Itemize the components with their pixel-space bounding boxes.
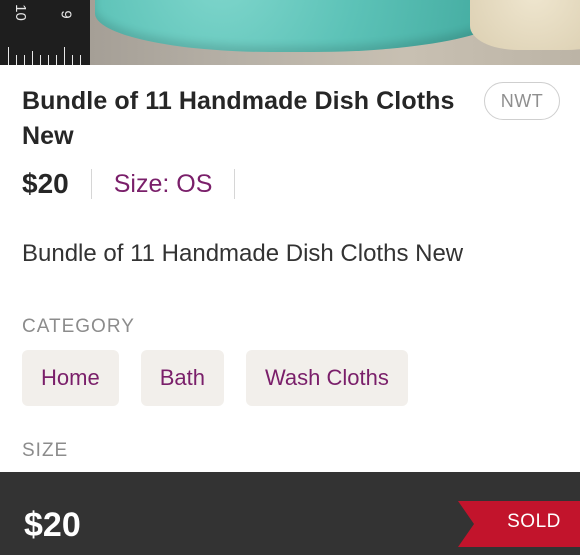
size-heading: SIZE [22,440,69,461]
sold-label: SOLD [507,511,561,532]
teal-dish-cloth [95,0,515,52]
ruler-number: 10 [11,4,29,21]
condition-badge: NWT [484,82,560,120]
size-link[interactable]: Size: OS [114,170,213,199]
category-heading: CATEGORY [22,316,135,337]
category-chip-home[interactable]: Home [22,350,119,406]
price-row: $20 Size: OS [22,166,257,202]
divider [234,169,236,199]
listing-description: Bundle of 11 Handmade Dish Cloths New [22,240,464,267]
category-chips: Home Bath Wash Cloths [22,350,408,406]
bottom-price: $20 [24,506,81,544]
category-chip-wash-cloths[interactable]: Wash Cloths [245,350,408,406]
ruler-number: 9 [57,10,75,19]
listing-price: $20 [22,168,69,199]
bottom-bar: $20 SOLD [0,472,580,555]
sold-badge: SOLD [458,501,580,547]
cream-dish-cloth [470,0,580,50]
ruler-image: 10 9 [0,0,90,65]
listing-title: Bundle of 11 Handmade Dish Cloths New [22,87,455,150]
listing-photo[interactable]: 10 9 [0,0,580,65]
category-chip-bath[interactable]: Bath [140,350,224,406]
divider [90,169,92,199]
